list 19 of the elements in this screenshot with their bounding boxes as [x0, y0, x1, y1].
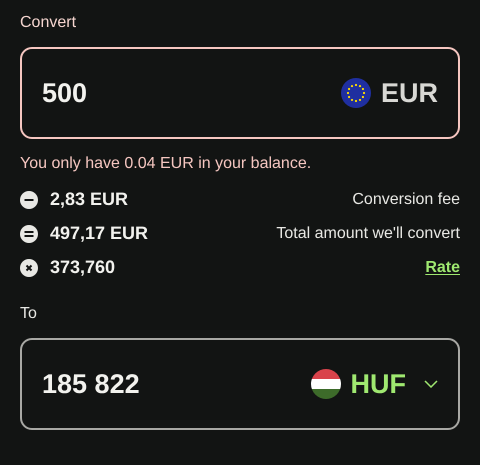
fee-amount: 497,17 EUR [50, 222, 150, 245]
chevron-down-icon [424, 380, 438, 388]
fee-label: Total amount we'll convert [276, 224, 460, 244]
currency-code: EUR [380, 76, 438, 110]
fee-amount: 2,83 EUR [50, 188, 130, 211]
amount-value: 185 822 [42, 368, 141, 401]
error-message: You only have 0.04 EUR in your balance. [20, 154, 312, 174]
fee-amount: 373,760 [50, 256, 116, 279]
times-icon [20, 258, 38, 276]
amount-value: 500 [42, 76, 88, 110]
equals-icon [20, 224, 38, 242]
rate-link[interactable]: Rate [425, 256, 460, 280]
amount-field[interactable]: 500 EUR [20, 47, 460, 139]
minus-icon [20, 190, 38, 208]
amount-field[interactable]: 185 822 HUF [20, 338, 460, 430]
fee-label: Conversion fee [352, 190, 460, 210]
section-label: Convert [20, 13, 78, 33]
currency-code[interactable]: HUF [350, 364, 406, 404]
section-label: To [20, 304, 38, 324]
